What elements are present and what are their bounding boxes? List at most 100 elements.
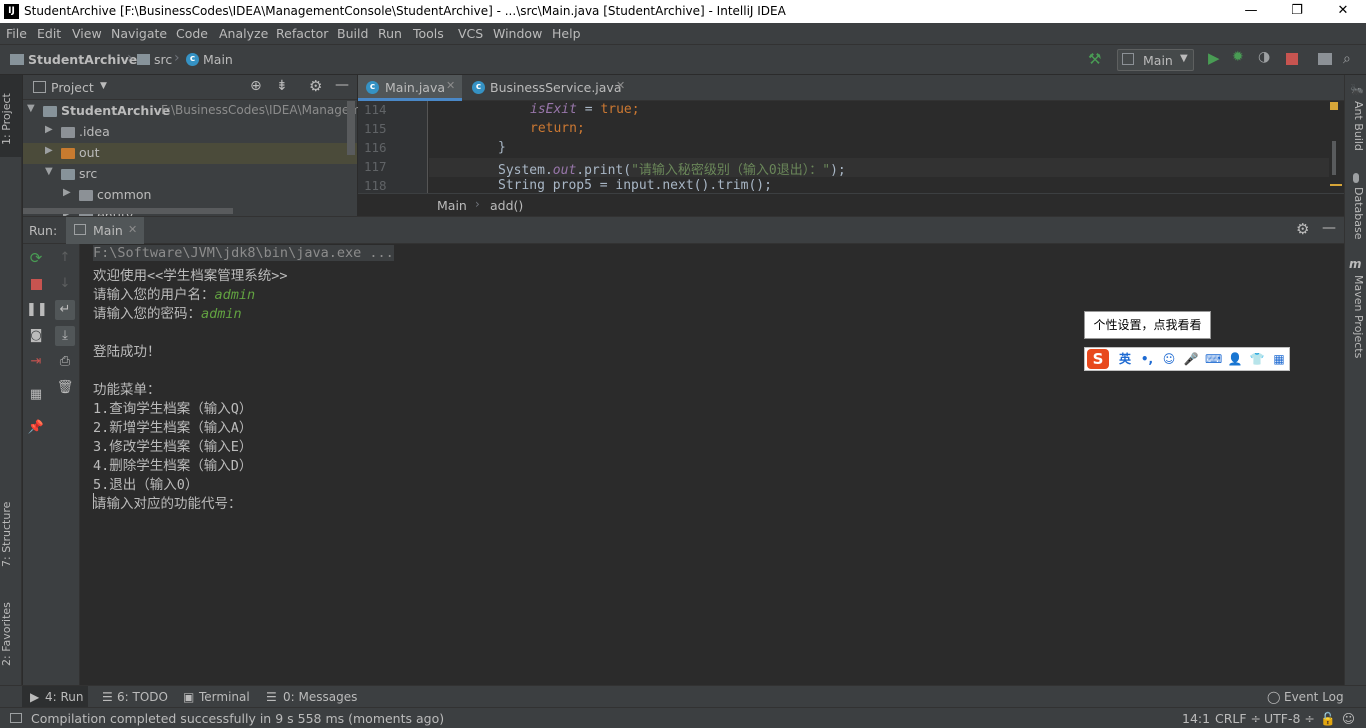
scroll-to-end-icon[interactable]: ⤓ xyxy=(55,326,75,346)
breadcrumb-method[interactable]: add() xyxy=(490,198,523,213)
tab-messages[interactable]: 0: Messages xyxy=(283,690,357,704)
run-tab-main[interactable]: Main ✕ xyxy=(66,217,144,244)
toolbox-grid-icon[interactable]: ▦ xyxy=(1271,351,1287,367)
up-arrow-icon[interactable]: ↑ xyxy=(55,248,75,268)
tab-database[interactable]: Database xyxy=(1347,187,1365,240)
menu-help[interactable]: Help xyxy=(552,26,581,41)
menu-vcs[interactable]: VCS xyxy=(458,26,483,41)
chevron-down-icon[interactable]: ▼ xyxy=(100,81,107,91)
folder-icon xyxy=(61,169,75,180)
ime-language-toggle[interactable]: 英 xyxy=(1117,351,1133,367)
console-line: 3.修改学生档案（输入E） xyxy=(93,439,253,455)
gear-icon[interactable]: ⚙ xyxy=(309,77,322,95)
print-icon[interactable]: ⎙ xyxy=(55,352,75,372)
down-arrow-icon[interactable]: ↓ xyxy=(55,274,75,294)
status-message[interactable]: Compilation completed successfully in 9 … xyxy=(31,711,444,726)
tree-row-common[interactable]: ▶ common xyxy=(23,185,357,206)
restore-button[interactable]: ❐ xyxy=(1274,0,1320,23)
coverage-icon[interactable]: ◑ xyxy=(1258,49,1270,65)
tree-row-src[interactable]: ▼ src xyxy=(23,164,357,185)
tab-main-java[interactable]: c Main.java ✕ xyxy=(358,75,462,101)
sogou-logo-icon[interactable]: S xyxy=(1087,349,1109,369)
skin-shirt-icon[interactable]: 👕 xyxy=(1249,351,1265,367)
tab-structure[interactable]: 7: Structure xyxy=(0,493,22,575)
pause-icon[interactable]: ❚❚ xyxy=(26,300,48,320)
hide-icon[interactable]: — xyxy=(335,77,349,93)
tab-terminal[interactable]: Terminal xyxy=(199,690,250,704)
close-button[interactable]: ✕ xyxy=(1320,0,1366,23)
collapse-all-icon[interactable]: ⇟ xyxy=(276,78,288,94)
caret-position[interactable]: 14:1 xyxy=(1182,711,1210,726)
menu-navigate[interactable]: Navigate xyxy=(111,26,167,41)
event-log-button[interactable]: Event Log xyxy=(1284,690,1344,704)
scroll-from-source-icon[interactable]: ⊕ xyxy=(250,78,262,94)
ime-tooltip[interactable]: 个性设置，点我看看 xyxy=(1084,311,1211,339)
project-panel-header: Project ▼ ⊕ ⇟ ⚙ — xyxy=(23,75,357,100)
exit-icon[interactable]: ⇥ xyxy=(26,352,46,372)
menu-code[interactable]: Code xyxy=(176,26,208,41)
menu-refactor[interactable]: Refactor xyxy=(276,26,328,41)
close-icon[interactable]: ✕ xyxy=(616,79,625,92)
hide-icon[interactable]: — xyxy=(1322,220,1336,236)
minimize-button[interactable]: — xyxy=(1228,0,1274,23)
run-icon[interactable]: ▶ xyxy=(1208,49,1220,67)
menu-view[interactable]: View xyxy=(72,26,102,41)
console-line: 请输入您的用户名：admin xyxy=(93,283,255,303)
ime-punctuation-toggle[interactable]: •, xyxy=(1139,351,1155,367)
user-icon[interactable]: 👤 xyxy=(1227,351,1243,367)
rerun-icon[interactable]: ⟳ xyxy=(26,248,46,268)
breadcrumb-class[interactable]: Main xyxy=(437,198,467,213)
warning-stripe xyxy=(1330,184,1342,186)
breadcrumb-main[interactable]: Main xyxy=(203,52,233,67)
debug-icon[interactable]: ✹ xyxy=(1232,49,1244,65)
class-icon: c xyxy=(366,81,379,94)
line-separator[interactable]: CRLF ÷ xyxy=(1215,711,1261,726)
menu-run[interactable]: Run xyxy=(378,26,402,41)
restore-layout-icon[interactable]: ▦ xyxy=(26,385,46,405)
tab-todo[interactable]: 6: TODO xyxy=(117,690,168,704)
code-editor[interactable]: isExit = true; return; } System.out.prin… xyxy=(429,101,1342,193)
menu-build[interactable]: Build xyxy=(337,26,368,41)
tab-project[interactable]: 1: Project xyxy=(0,83,22,155)
lock-icon[interactable]: 🔓 xyxy=(1320,711,1336,727)
gear-icon[interactable]: ⚙ xyxy=(1296,220,1309,238)
tree-row-out[interactable]: ▶ out xyxy=(23,143,357,164)
trash-icon[interactable]: 🗑 xyxy=(55,378,75,398)
menu-analyze[interactable]: Analyze xyxy=(219,26,268,41)
stop-icon[interactable] xyxy=(31,279,42,290)
menu-file[interactable]: File xyxy=(6,26,27,41)
close-icon[interactable]: ✕ xyxy=(128,223,137,236)
project-structure-icon[interactable] xyxy=(1318,53,1332,65)
project-view-title[interactable]: Project xyxy=(51,80,94,95)
tab-maven[interactable]: Maven Projects xyxy=(1347,275,1365,358)
tree-row-idea[interactable]: ▶ .idea xyxy=(23,122,357,143)
tab-favorites[interactable]: 2: Favorites xyxy=(0,593,22,675)
menu-edit[interactable]: Edit xyxy=(37,26,61,41)
menu-tools[interactable]: Tools xyxy=(413,26,444,41)
keyboard-icon[interactable]: ⌨ xyxy=(1205,351,1222,367)
vertical-scrollbar[interactable] xyxy=(347,101,355,155)
tab-ant-build[interactable]: Ant Build xyxy=(1347,101,1365,151)
microphone-icon[interactable]: 🎤 xyxy=(1183,351,1199,367)
pin-icon[interactable]: 📌 xyxy=(26,418,46,438)
stop-icon[interactable] xyxy=(1286,53,1298,65)
warning-marker[interactable] xyxy=(1330,102,1338,110)
dump-threads-camera-icon[interactable]: ◙ xyxy=(26,326,46,346)
breadcrumb-src[interactable]: src xyxy=(154,52,172,67)
build-hammer-icon[interactable]: ⚒ xyxy=(1088,50,1101,68)
emoji-icon[interactable]: ☺ xyxy=(1161,351,1177,367)
menu-window[interactable]: Window xyxy=(493,26,542,41)
close-icon[interactable]: ✕ xyxy=(446,79,455,92)
tab-business-service-java[interactable]: c BusinessService.java ✕ xyxy=(462,75,634,101)
horizontal-scrollbar[interactable] xyxy=(23,208,233,214)
editor-scrollbar[interactable] xyxy=(1332,141,1336,175)
inspector-icon[interactable]: ☺ xyxy=(1342,711,1355,726)
search-icon[interactable]: ⌕ xyxy=(1343,51,1351,67)
tool-windows-icon[interactable] xyxy=(10,713,22,723)
breadcrumb-project[interactable]: StudentArchive xyxy=(28,52,137,67)
tab-run[interactable]: 4: Run xyxy=(45,690,84,704)
tree-row-root[interactable]: ▼ StudentArchive F:\BusinessCodes\IDEA\M… xyxy=(23,101,361,122)
soft-wrap-icon[interactable]: ↵ xyxy=(55,300,75,320)
file-encoding[interactable]: UTF-8 ÷ xyxy=(1264,711,1315,726)
run-config-dropdown[interactable]: Main ▼ xyxy=(1117,49,1194,71)
